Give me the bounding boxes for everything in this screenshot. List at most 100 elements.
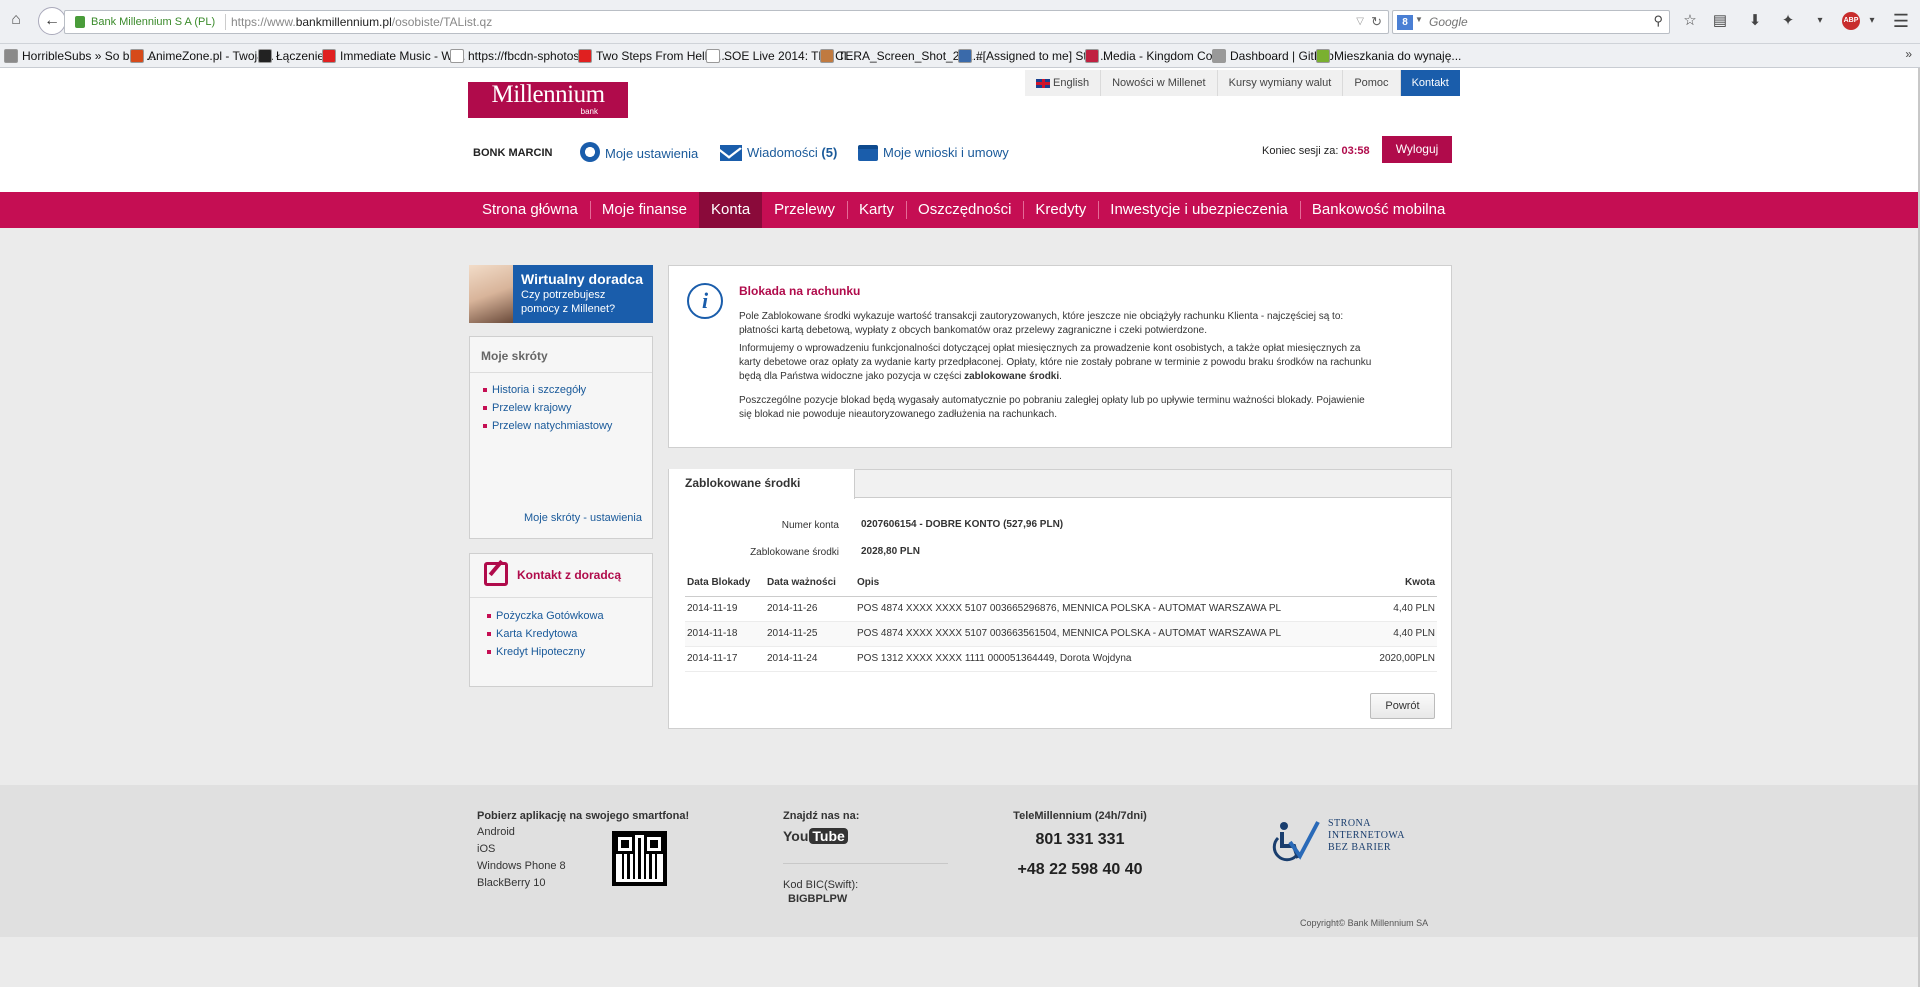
google-icon[interactable]: 8 xyxy=(1397,15,1413,30)
column-header[interactable]: Data ważności xyxy=(765,570,855,597)
logout-button[interactable]: Wyloguj xyxy=(1382,136,1452,163)
platform-link[interactable]: Windows Phone 8 xyxy=(477,860,566,872)
bookmarks-overflow-icon[interactable]: » xyxy=(1905,47,1912,61)
millennium-logo[interactable]: Millennium bank xyxy=(468,82,628,118)
column-header[interactable]: Opis xyxy=(855,570,1337,597)
contact-link[interactable]: Karta Kredytowa xyxy=(486,628,577,640)
reload-icon[interactable]: ↻ xyxy=(1371,11,1382,33)
table-row: 2014-11-19 2014-11-26 POS 4874 XXXX XXXX 5… xyxy=(685,596,1437,622)
shortcut-link[interactable]: Przelew natychmiastowy xyxy=(482,420,612,432)
main-navigation: Strona główna Moje finanse Konta Przelewy Ka… xyxy=(0,192,1920,228)
bookmark-item[interactable]: AnimeZone.pl - Twoja... xyxy=(130,48,274,64)
tab-blocked-funds[interactable]: Zablokowane środki xyxy=(669,469,855,499)
blocked-total-label: Zablokowane środki xyxy=(750,547,839,558)
divider xyxy=(783,863,948,864)
browser-toolbar: ⌂ ← Bank Millennium S A (PL) https://www… xyxy=(0,0,1920,44)
top-link[interactable]: Kursy wymiany walut xyxy=(1218,70,1344,96)
virtual-advisor-banner[interactable]: Wirtualny doradca Czy potrzebujesz pomocy… xyxy=(469,265,653,323)
column-header[interactable]: Kwota xyxy=(1337,570,1437,597)
url-divider xyxy=(225,14,226,30)
nav-item[interactable]: Strona główna xyxy=(470,192,590,228)
edit-icon xyxy=(484,562,508,586)
bookmark-item[interactable]: Mieszkania do wynaję... xyxy=(1316,48,1461,64)
applications-link[interactable]: Moje wnioski i umowy xyxy=(858,142,1009,164)
shortcut-link[interactable]: Historia i szczegóły xyxy=(482,384,586,396)
top-link[interactable]: Pomoc xyxy=(1343,70,1401,96)
platform-link[interactable]: iOS xyxy=(477,843,495,855)
info-icon: i xyxy=(687,283,723,319)
shield-icon xyxy=(1085,49,1099,63)
app-heading: Pobierz aplikację na swojego smartfona! xyxy=(477,810,690,822)
bookmark-item[interactable]: https://fbcdn-sphotos... xyxy=(450,48,589,64)
info-title: Blokada na rachunku xyxy=(739,284,861,298)
reading-list-icon[interactable]: ▤ xyxy=(1710,10,1730,32)
nav-item[interactable]: Bankowość mobilna xyxy=(1299,192,1457,228)
bookmark-item[interactable]: Immediate Music - Wi... xyxy=(322,48,465,64)
contact-link[interactable]: Pożyczka Gotówkowa xyxy=(487,610,604,622)
bookmark-label: https://fbcdn-sphotos... xyxy=(468,49,590,63)
table-cell: 2014-11-18 xyxy=(685,621,765,647)
chevron-down-icon[interactable]: ▾ xyxy=(1862,10,1882,32)
back-button[interactable]: Powrót xyxy=(1370,693,1435,719)
header-area xyxy=(0,68,1920,192)
top-link[interactable]: English xyxy=(1025,70,1102,96)
table-row: 2014-11-17 2014-11-24 POS 1312 XXXX XXXX 1… xyxy=(685,646,1437,672)
house-icon xyxy=(1316,49,1330,63)
nav-item[interactable]: Przelewy xyxy=(762,192,847,228)
shortcuts-title: Moje skróty xyxy=(470,337,652,373)
search-box[interactable]: 8 ▼ ⚲ xyxy=(1392,10,1670,34)
column-header[interactable]: Data Blokady xyxy=(685,570,765,597)
platform-link[interactable]: BlackBerry 10 xyxy=(477,877,545,889)
search-input[interactable] xyxy=(1429,13,1639,31)
search-icon[interactable]: ⚲ xyxy=(1653,13,1663,29)
session-timer: Koniec sesji za: 03:58 xyxy=(1262,145,1370,157)
youtube-icon xyxy=(322,49,336,63)
platform-link[interactable]: Android xyxy=(477,826,515,838)
chevron-down-icon[interactable]: ▾ xyxy=(1810,10,1830,32)
adblock-icon[interactable]: ABP xyxy=(1842,12,1860,30)
site-identity[interactable]: Bank Millennium S A (PL) xyxy=(91,11,215,33)
nav-item[interactable]: Karty xyxy=(847,192,906,228)
blocked-funds-panel: Zablokowane środki Numer konta 020760615… xyxy=(668,469,1452,729)
download-icon[interactable]: ⬇ xyxy=(1745,10,1765,32)
table-cell: 2014-11-26 xyxy=(765,596,855,622)
info-paragraph: Poszczególne pozycje blokad będą wygasał… xyxy=(739,395,1365,420)
youtube-logo[interactable]: You Tube xyxy=(783,826,848,846)
url-text[interactable]: https://www.bankmillennium.pl/osobiste/T… xyxy=(231,11,492,33)
nav-item[interactable]: Kredyty xyxy=(1023,192,1098,228)
bookmark-label: Immediate Music - Wi... xyxy=(340,49,466,63)
nav-item[interactable]: Inwestycje i ubezpieczenia xyxy=(1098,192,1300,228)
back-button[interactable]: ← xyxy=(38,7,66,35)
bookmark-star-icon[interactable]: ☆ xyxy=(1680,10,1700,32)
shortcuts-settings-link[interactable]: Moje skróty - ustawienia xyxy=(524,512,642,524)
shortcut-link[interactable]: Przelew krajowy xyxy=(482,402,571,414)
advisor-avatar xyxy=(469,265,513,323)
nav-item[interactable]: Moje finanse xyxy=(589,192,699,228)
home-icon[interactable]: ⌂ xyxy=(6,10,26,30)
bic-value: BIGBPLPW xyxy=(788,893,848,905)
top-links: English Nowości w Millenet Kursy wymiany w… xyxy=(1025,70,1460,96)
contact-link[interactable]: Kredyt Hipoteczny xyxy=(486,646,585,658)
address-bar[interactable]: Bank Millennium S A (PL) https://www.ban… xyxy=(64,10,1389,34)
contact-advisor-link[interactable]: Kontakt z doradcą xyxy=(517,568,621,582)
table-cell: 2014-11-24 xyxy=(765,646,855,672)
top-link[interactable]: Kontakt xyxy=(1400,70,1460,96)
hamburger-menu-icon[interactable]: ☰ xyxy=(1890,10,1912,32)
table-cell: POS 4874 XXXX XXXX 5107 003663561504, ME… xyxy=(855,621,1337,647)
accessibility-icon xyxy=(1272,821,1320,862)
find-us-heading: Znajdź nas na: xyxy=(783,810,860,822)
top-link[interactable]: Nowości w Millenet xyxy=(1101,70,1218,96)
addon-icon[interactable]: ✦ xyxy=(1778,10,1798,32)
phone-number: 801 331 331 xyxy=(1035,831,1125,848)
bookmark-label: Mieszkania do wynaję... xyxy=(1334,49,1462,63)
nav-item[interactable]: Oszczędności xyxy=(906,192,1023,228)
blocked-total-value: 2028,80 PLN xyxy=(861,546,920,557)
chevron-down-icon[interactable]: ▼ xyxy=(1415,15,1423,24)
blocked-transactions-table: Data Blokady Data ważności Opis Kwota 2014-… xyxy=(685,570,1437,672)
messages-link[interactable]: Wiadomości (5) xyxy=(720,142,837,164)
history-dropdown-icon[interactable]: ▽ xyxy=(1356,11,1364,33)
bookmark-item[interactable]: Media - Kingdom Co... xyxy=(1085,48,1222,64)
nav-item[interactable]: Konta xyxy=(698,192,763,228)
settings-link[interactable]: Moje ustawienia xyxy=(580,142,698,164)
k-icon xyxy=(258,49,272,63)
